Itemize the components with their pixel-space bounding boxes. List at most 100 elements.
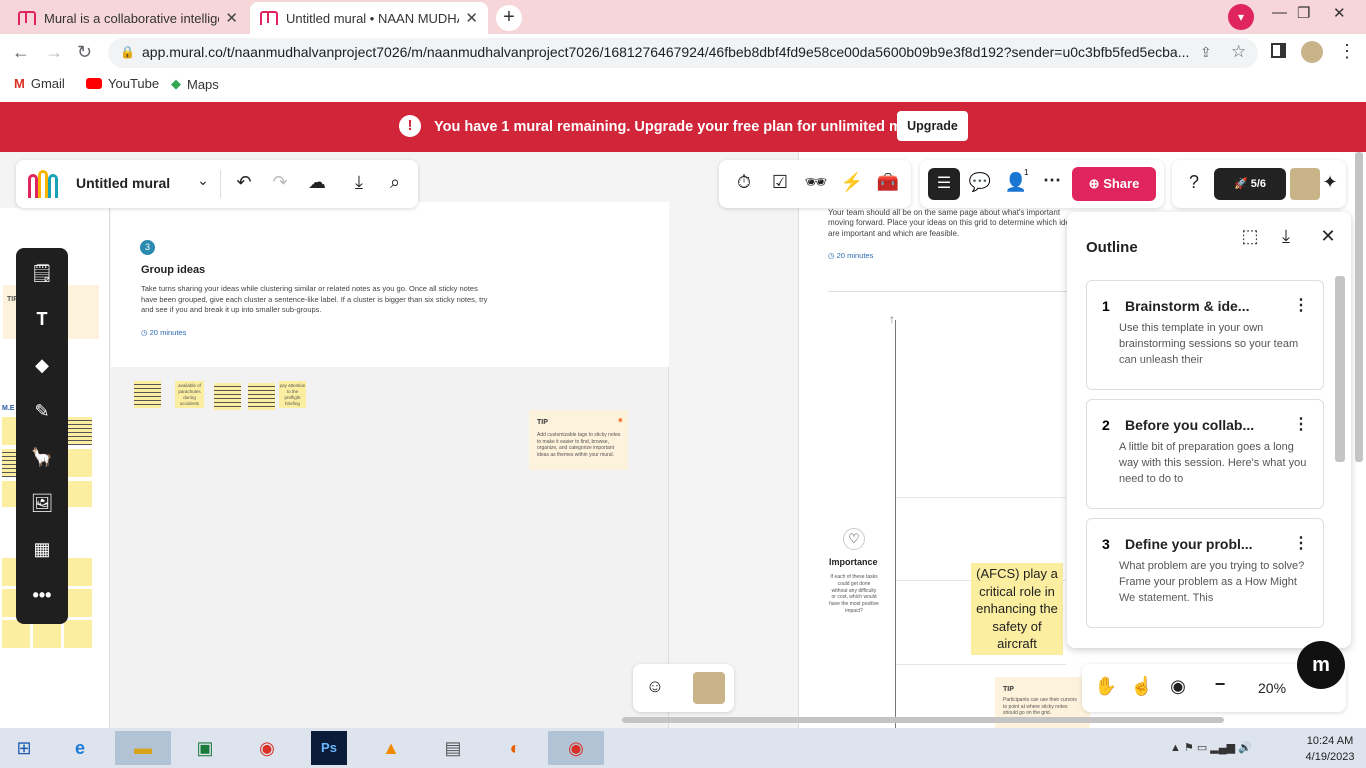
pan-hand-icon[interactable]: ✋ bbox=[1094, 676, 1118, 697]
outline-icon[interactable]: ☰ bbox=[928, 168, 960, 200]
outline-item[interactable]: 2 Before you collab... ⋮ A little bit of… bbox=[1086, 399, 1324, 509]
mural-assistant-icon[interactable]: m bbox=[1297, 641, 1345, 689]
share-label: Share bbox=[1103, 176, 1140, 191]
store-icon[interactable]: ▣ bbox=[187, 731, 223, 765]
bookmark-star-icon[interactable]: ☆ bbox=[1231, 42, 1246, 62]
timer-icon[interactable]: ⏱ bbox=[732, 172, 756, 193]
shapes-tool-icon[interactable]: ◆ bbox=[30, 355, 54, 379]
url-text[interactable]: app.mural.co/t/naanmudhalvanproject7026/… bbox=[142, 44, 1192, 60]
kebab-menu-icon[interactable]: ⋮ bbox=[1293, 295, 1309, 315]
zoom-out-icon[interactable]: − bbox=[1208, 674, 1232, 695]
calculator-icon[interactable]: ▤ bbox=[435, 731, 471, 765]
search-icon[interactable]: ⌕ bbox=[383, 172, 407, 193]
collaborator-avatar[interactable] bbox=[693, 672, 725, 704]
divider bbox=[220, 170, 221, 198]
sparkle-ai-icon[interactable]: ✦ bbox=[1318, 172, 1342, 193]
horizontal-scrollbar[interactable] bbox=[622, 717, 1224, 723]
chrome-icon[interactable]: ◉ bbox=[249, 731, 285, 765]
close-window-icon[interactable]: ✕ bbox=[1333, 4, 1346, 22]
firefox-icon[interactable]: ◐ bbox=[497, 731, 533, 765]
sticky-note-afcs[interactable]: (AFCS) play a critical role in enhancing… bbox=[971, 563, 1063, 655]
clock-icon: ◷ bbox=[828, 251, 837, 260]
facilitation-toolbar: ⏱ ☑ 🕶 ⚡ 🧰 bbox=[719, 160, 911, 208]
emoji-icon[interactable]: ☺ bbox=[643, 676, 667, 697]
prioritize-description: Your team should all be on the same page… bbox=[828, 208, 1079, 238]
llama-icon[interactable]: 🦙 bbox=[30, 447, 54, 471]
internet-explorer-icon[interactable]: e bbox=[62, 731, 98, 765]
draw-tool-icon[interactable]: ✎ bbox=[30, 401, 54, 425]
sticky-note[interactable] bbox=[248, 383, 275, 410]
new-tab-button[interactable]: + bbox=[496, 5, 522, 31]
image-tool-icon[interactable]: 🖼 bbox=[30, 493, 54, 517]
more-tools-icon[interactable]: ••• bbox=[30, 585, 54, 609]
mural-canvas[interactable]: TIP M.E 3 Group ideas Take turns sharing… bbox=[0, 152, 1366, 728]
redo-icon[interactable]: ↷ bbox=[268, 172, 292, 193]
download-icon[interactable]: ⤓ bbox=[1274, 226, 1298, 247]
chat-icon[interactable]: 💬 bbox=[968, 172, 992, 193]
help-toolbar: ? 🚀 5/6 ✦ bbox=[1172, 160, 1346, 208]
templates-icon[interactable]: ▦ bbox=[30, 539, 54, 563]
more-options-icon[interactable]: ⋯ bbox=[1040, 170, 1064, 191]
windows-start-icon[interactable]: ⊞ bbox=[6, 731, 42, 765]
bookmark-gmail[interactable]: M Gmail bbox=[14, 76, 65, 91]
mural-logo-icon[interactable] bbox=[28, 170, 60, 198]
chrome-active-icon[interactable]: ◉ bbox=[548, 731, 604, 765]
voting-icon[interactable]: ☑ bbox=[768, 172, 792, 193]
outline-panel: Outline ⬚ ⤓ ✕ 1 Brainstorm & ide... ⋮ Us… bbox=[1067, 212, 1351, 648]
reload-icon[interactable]: ↻ bbox=[77, 42, 92, 63]
grid-line bbox=[896, 497, 1066, 498]
photoshop-icon[interactable]: Ps bbox=[311, 731, 347, 765]
chrome-menu-icon[interactable]: ⋮ bbox=[1338, 41, 1356, 62]
vertical-scrollbar[interactable] bbox=[1355, 152, 1363, 462]
close-icon[interactable]: ✕ bbox=[1316, 226, 1340, 247]
private-mode-icon[interactable]: 🕶 bbox=[804, 172, 828, 193]
sticky-note[interactable] bbox=[214, 383, 241, 410]
laser-pointer-icon[interactable]: ⚡ bbox=[840, 172, 864, 193]
side-panel-icon[interactable] bbox=[1271, 43, 1286, 58]
bookmark-maps[interactable]: ◆ Maps bbox=[171, 76, 219, 92]
vlc-icon[interactable]: ▲ bbox=[373, 731, 409, 765]
share-button[interactable]: ⊕ Share bbox=[1072, 167, 1156, 201]
text-tool-icon[interactable]: T bbox=[30, 309, 54, 333]
profile-avatar[interactable] bbox=[1301, 41, 1323, 63]
undo-icon[interactable]: ↶ bbox=[232, 172, 256, 193]
download-icon[interactable]: ⤓ bbox=[347, 172, 371, 193]
clock[interactable]: 10:24 AM 4/19/2023 bbox=[1300, 733, 1360, 765]
minimize-icon[interactable]: — bbox=[1272, 4, 1287, 21]
importance-description: If each of these tasks could get done wi… bbox=[829, 574, 879, 614]
present-icon[interactable]: ⬚ bbox=[1238, 226, 1262, 247]
sticky-note-tool-icon[interactable]: 🗒 bbox=[30, 263, 54, 287]
toolkit-icon[interactable]: 🧰 bbox=[876, 172, 900, 193]
forward-icon[interactable]: → bbox=[45, 42, 63, 63]
browser-tab-untitled-mural[interactable]: Untitled mural • NAAN MUDHAL ✕ bbox=[250, 2, 488, 34]
upgrade-button[interactable]: Upgrade bbox=[897, 111, 968, 141]
sticky-note[interactable]: pay attention to the preflight briefing bbox=[279, 381, 306, 408]
outline-item[interactable]: 3 Define your probl... ⋮ What problem ar… bbox=[1086, 518, 1324, 628]
close-tab-icon[interactable]: ✕ bbox=[465, 9, 478, 27]
help-icon[interactable]: ? bbox=[1182, 172, 1206, 193]
onboarding-button[interactable]: 🚀 5/6 bbox=[1214, 168, 1286, 200]
outline-item[interactable]: 1 Brainstorm & ide... ⋮ Use this templat… bbox=[1086, 280, 1324, 390]
kebab-menu-icon[interactable]: ⋮ bbox=[1293, 414, 1309, 434]
tab-search-icon[interactable]: ▾ bbox=[1228, 4, 1254, 30]
kebab-menu-icon[interactable]: ⋮ bbox=[1293, 533, 1309, 553]
restore-icon[interactable]: ❐ bbox=[1297, 4, 1310, 22]
user-avatar[interactable] bbox=[1290, 168, 1320, 200]
bookmark-youtube[interactable]: YouTube bbox=[86, 76, 159, 91]
mural-title[interactable]: Untitled mural bbox=[76, 175, 170, 191]
back-icon[interactable]: ← bbox=[12, 42, 30, 63]
tray-icons[interactable]: ▲ ⚑ ▭ ▂▄▆ 🔊 bbox=[1170, 741, 1252, 754]
sticky-note[interactable]: available of parachutes during accidents bbox=[175, 381, 204, 408]
map-icon[interactable]: ◉ bbox=[1166, 676, 1190, 697]
file-explorer-icon[interactable]: ▬ bbox=[115, 731, 171, 765]
sticky-note[interactable] bbox=[134, 381, 161, 408]
share-page-icon[interactable]: ⇪ bbox=[1200, 44, 1212, 61]
cloud-saved-icon[interactable]: ☁ bbox=[305, 172, 329, 193]
chevron-down-icon[interactable]: ⌄ bbox=[191, 172, 215, 189]
outline-scrollbar[interactable] bbox=[1335, 276, 1345, 462]
close-tab-icon[interactable]: ✕ bbox=[225, 9, 238, 27]
zoom-level[interactable]: 20% bbox=[1258, 680, 1286, 696]
select-hand-icon[interactable]: ☝ bbox=[1130, 676, 1154, 697]
clock-time: 10:24 AM bbox=[1306, 735, 1354, 747]
browser-tab-mural-home[interactable]: Mural is a collaborative intelligen ✕ bbox=[8, 2, 248, 34]
